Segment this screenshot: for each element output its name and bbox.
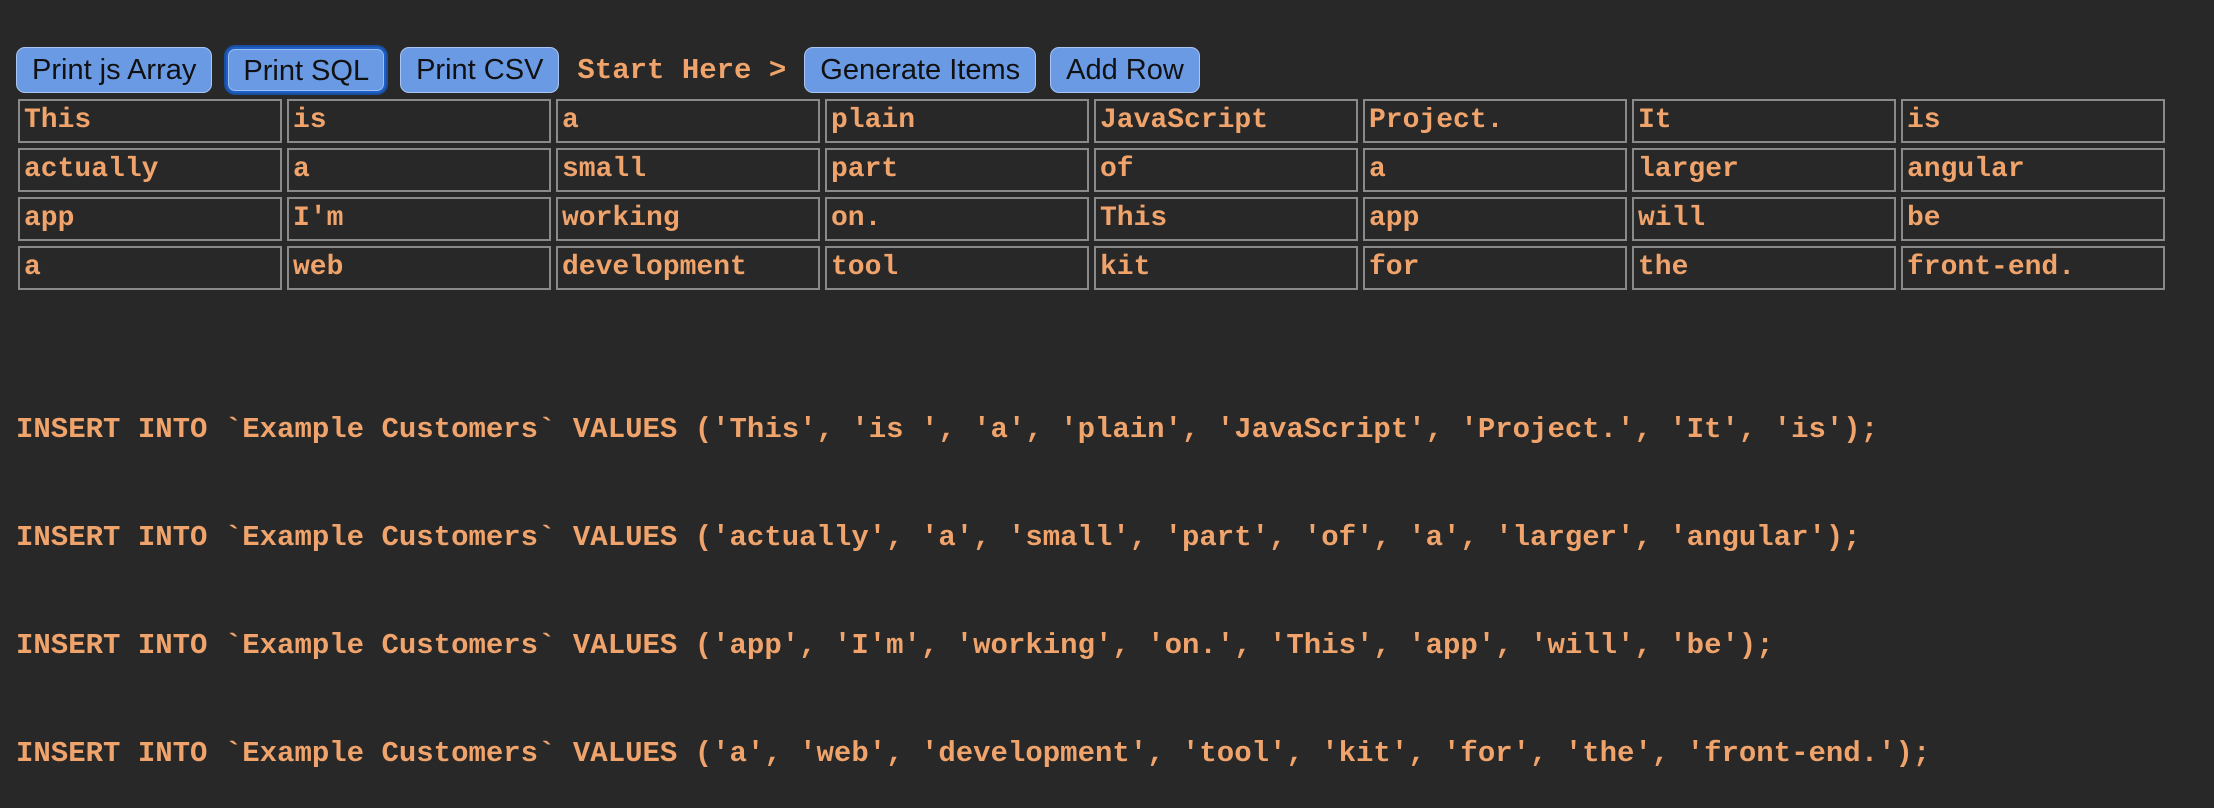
grid-cell[interactable]: larger [1632, 148, 1896, 192]
print-sql-button[interactable]: Print SQL [226, 47, 387, 93]
grid-cell[interactable]: JavaScript [1094, 99, 1358, 143]
grid-cell[interactable]: I'm [287, 197, 551, 241]
grid-cell[interactable]: of [1094, 148, 1358, 192]
toolbar: Print js Array Print SQL Print CSV Start… [16, 46, 1214, 94]
grid-cell[interactable]: angular [1901, 148, 2165, 192]
table-row: a web development tool kit for the front… [18, 246, 2165, 290]
add-row-button[interactable]: Add Row [1050, 47, 1200, 93]
grid-cell[interactable]: kit [1094, 246, 1358, 290]
grid-cell[interactable]: is [1901, 99, 2165, 143]
word-grid: This is a plain JavaScript Project. It i… [13, 94, 2170, 295]
print-js-array-button[interactable]: Print js Array [16, 47, 213, 93]
grid-cell[interactable]: will [1632, 197, 1896, 241]
grid-cell[interactable]: is [287, 99, 551, 143]
grid-cell[interactable]: This [18, 99, 282, 143]
table-row: actually a small part of a larger angula… [18, 148, 2165, 192]
grid-cell[interactable]: app [18, 197, 282, 241]
grid-cell[interactable]: tool [825, 246, 1089, 290]
grid-cell[interactable]: part [825, 148, 1089, 192]
grid-cell[interactable]: a [1363, 148, 1627, 192]
grid-cell[interactable]: for [1363, 246, 1627, 290]
sql-output-line: INSERT INTO `Example Customers` VALUES (… [16, 521, 1861, 554]
grid-cell[interactable]: development [556, 246, 820, 290]
grid-cell[interactable]: app [1363, 197, 1627, 241]
grid-cell[interactable]: front-end. [1901, 246, 2165, 290]
sql-output-line: INSERT INTO `Example Customers` VALUES (… [16, 629, 1774, 662]
table-row: app I'm working on. This app will be [18, 197, 2165, 241]
grid-cell[interactable]: be [1901, 197, 2165, 241]
grid-cell[interactable]: a [18, 246, 282, 290]
grid-cell[interactable]: a [287, 148, 551, 192]
grid-cell[interactable]: on. [825, 197, 1089, 241]
generate-items-button[interactable]: Generate Items [804, 47, 1037, 93]
print-csv-button[interactable]: Print CSV [400, 47, 560, 93]
sql-output-line: INSERT INTO `Example Customers` VALUES (… [16, 413, 1879, 446]
grid-cell[interactable]: web [287, 246, 551, 290]
grid-cell[interactable]: plain [825, 99, 1089, 143]
start-here-label: Start Here > [577, 53, 787, 87]
grid-cell[interactable]: small [556, 148, 820, 192]
grid-cell[interactable]: working [556, 197, 820, 241]
grid-cell[interactable]: Project. [1363, 99, 1627, 143]
grid-cell[interactable]: It [1632, 99, 1896, 143]
sql-output-line: INSERT INTO `Example Customers` VALUES (… [16, 737, 1931, 770]
grid-cell[interactable]: a [556, 99, 820, 143]
grid-cell[interactable]: This [1094, 197, 1358, 241]
grid-cell[interactable]: the [1632, 246, 1896, 290]
sql-output: INSERT INTO `Example Customers` VALUES (… [16, 340, 1930, 808]
grid-cell[interactable]: actually [18, 148, 282, 192]
table-row: This is a plain JavaScript Project. It i… [18, 99, 2165, 143]
